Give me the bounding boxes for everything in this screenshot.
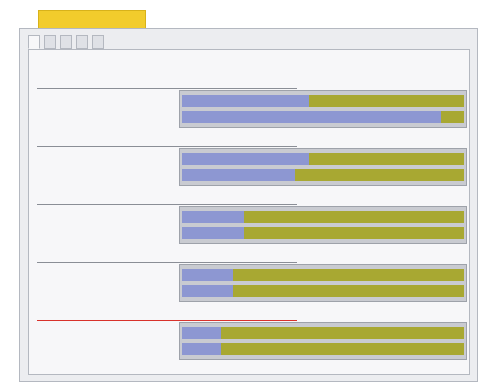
progress-fill [182,327,222,339]
tab-5[interactable] [92,35,104,49]
progress-value [313,227,333,239]
result-group-5 [37,308,467,360]
progress-fill [182,153,309,165]
progress-value [313,285,333,297]
progress-bar [182,169,464,181]
progress-value [313,153,333,165]
progress-bar [182,343,464,355]
group-title [37,250,297,263]
progress-value [313,343,333,355]
row-label [41,106,171,116]
progress-bar [182,327,464,339]
progress-value [313,269,333,281]
progress-bar [182,227,464,239]
progress-value [313,111,333,123]
result-group-2 [37,134,467,186]
bar-group [179,322,467,360]
progress-bar [182,111,464,123]
result-group-4 [37,250,467,302]
progress-bar [182,269,464,281]
progress-value [313,169,333,181]
progress-fill [182,169,295,181]
bar-group [179,264,467,302]
progress-fill [182,111,442,123]
progress-bar [182,153,464,165]
panel-heading [39,56,239,68]
progress-bar [182,211,464,223]
window-title-tab[interactable] [38,10,146,28]
bar-group [179,206,467,244]
group-title [37,76,297,89]
progress-fill [182,95,309,107]
row-label [41,222,171,232]
tab-3[interactable] [60,35,72,49]
progress-fill [182,211,245,223]
progress-bar [182,285,464,297]
row-label [41,92,171,102]
row-label [41,324,171,334]
tab-1[interactable] [28,35,40,49]
row-label [41,164,171,174]
group-title [37,308,297,321]
result-group-3 [37,192,467,244]
row-label [41,266,171,276]
tab-2[interactable] [44,35,56,49]
progress-value [313,95,333,107]
row-label [41,150,171,160]
group-title [37,134,297,147]
row-label [41,208,171,218]
results-panel [28,49,470,375]
progress-fill [182,285,233,297]
row-label [41,280,171,290]
progress-fill [182,343,222,355]
progress-value [313,327,333,339]
progress-value [313,211,333,223]
main-window [19,28,478,382]
bar-group [179,90,467,128]
bar-group [179,148,467,186]
progress-fill [182,269,233,281]
tab-bar [20,35,477,49]
result-group-1 [37,76,467,128]
progress-fill [182,227,245,239]
row-label [41,338,171,348]
tab-4[interactable] [76,35,88,49]
progress-bar [182,95,464,107]
group-title [37,192,297,205]
